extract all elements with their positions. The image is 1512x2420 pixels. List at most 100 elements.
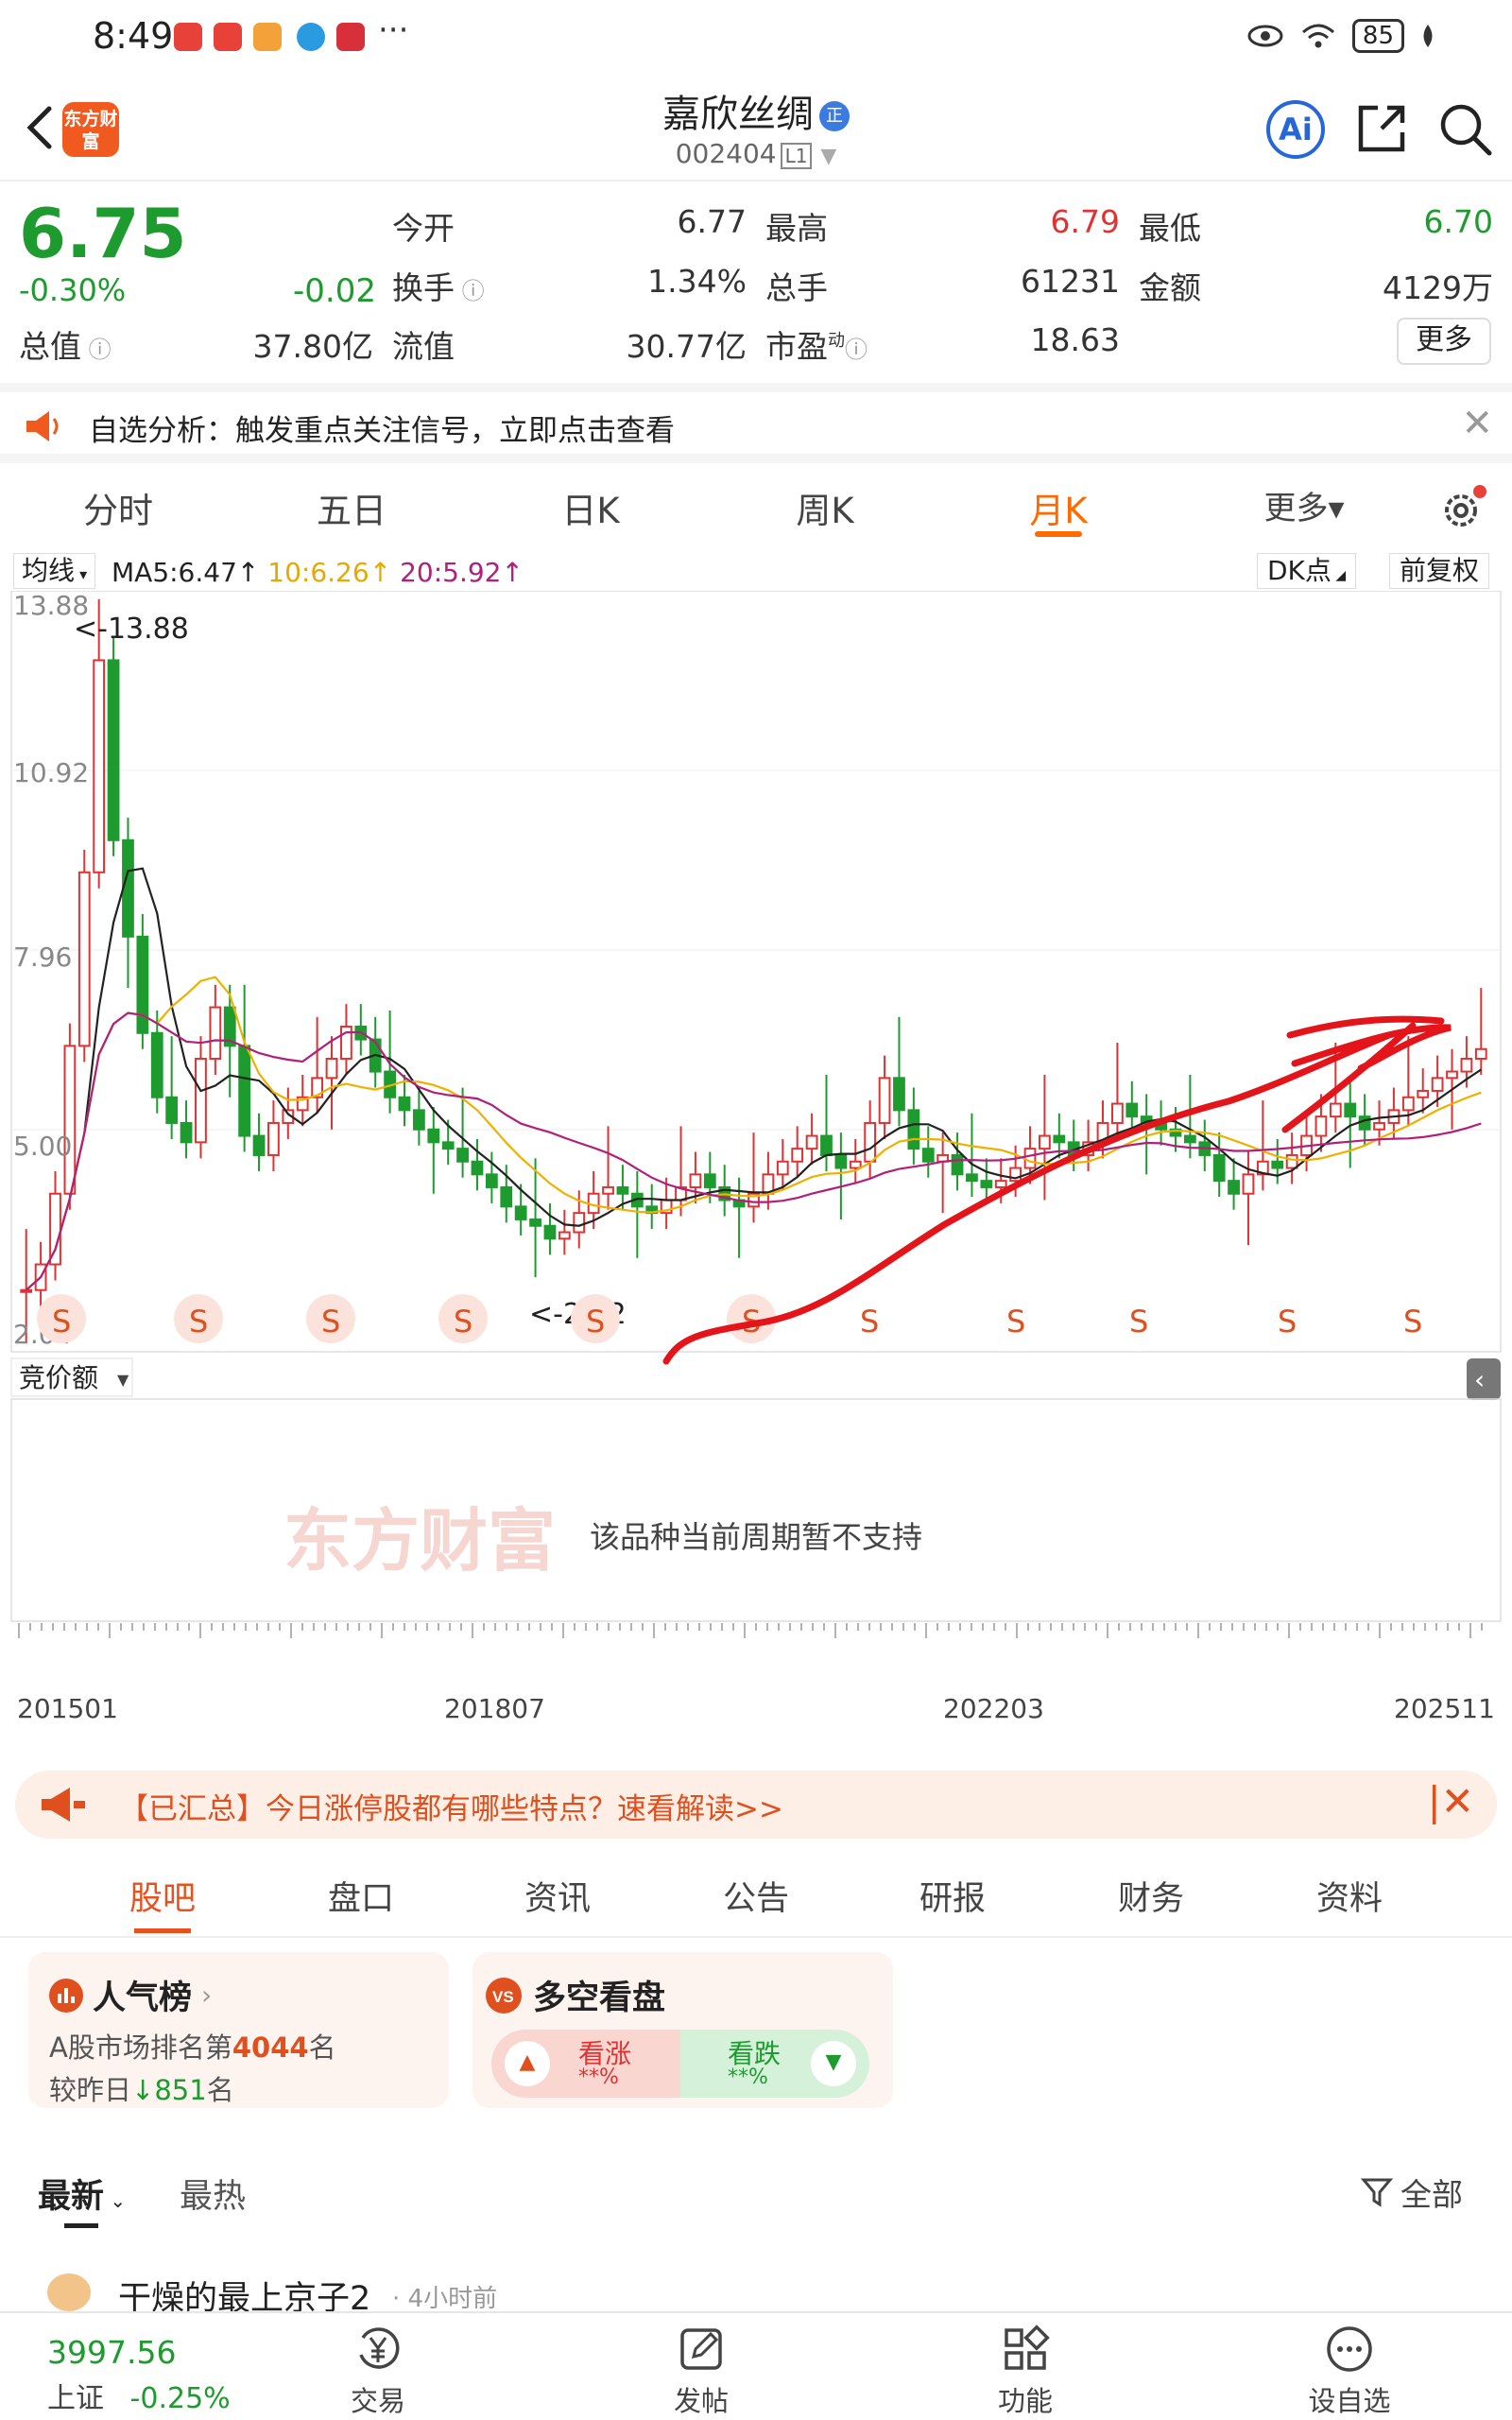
- notification-app-icon: [336, 23, 365, 51]
- status-bar: 8:49 ··· 85: [0, 0, 1512, 76]
- candle-body: [267, 1121, 280, 1156]
- rank-delta: 851: [154, 2074, 207, 2106]
- more-notifications-icon: ···: [378, 11, 409, 49]
- notification-app-icon: [174, 23, 202, 51]
- index-name: 上证: [47, 2382, 104, 2415]
- candle-body: [325, 1057, 338, 1080]
- filter-icon: [1361, 2178, 1393, 2207]
- high-label: 最高: [765, 210, 828, 247]
- sub-chart-frame: [10, 1398, 1502, 1622]
- x-axis-label: 202511: [1394, 1693, 1495, 1724]
- tab-news[interactable]: 资讯: [496, 1872, 619, 1920]
- notification-app-icon: [253, 23, 282, 51]
- tab-forum[interactable]: 股吧: [101, 1872, 224, 1920]
- bull-vote-button[interactable]: ▲ 看涨 **%: [491, 2030, 680, 2098]
- close-icon[interactable]: |✕: [1428, 1778, 1474, 1824]
- index-ticker[interactable]: 3997.56 上证 -0.25%: [47, 2334, 231, 2416]
- edit-icon: [680, 2328, 722, 2370]
- alert-text: 自选分析：触发重点关注信号，立即点击查看: [89, 414, 675, 448]
- ma-select[interactable]: 均线 ▾: [13, 553, 96, 589]
- tab-announcements[interactable]: 公告: [695, 1872, 817, 1920]
- candle-body: [500, 1185, 513, 1208]
- candle-body: [107, 659, 120, 841]
- sell-signal-marker: S: [1278, 1304, 1297, 1340]
- nav-post[interactable]: 发帖: [626, 2323, 777, 2419]
- avatar[interactable]: [47, 2273, 91, 2311]
- candle-body: [252, 1134, 266, 1156]
- search-icon[interactable]: [1436, 100, 1493, 157]
- share-icon[interactable]: [1353, 100, 1410, 157]
- sell-signal-marker: S: [52, 1304, 71, 1340]
- settings-gear-icon[interactable]: [1436, 482, 1489, 535]
- megaphone-icon: [42, 1788, 85, 1822]
- candle-body: [1358, 1115, 1371, 1131]
- bear-vote-button[interactable]: 看跌 **% ▼: [680, 2030, 869, 2098]
- arrow-down-icon: ↓: [131, 2074, 155, 2106]
- tab-research[interactable]: 研报: [891, 1872, 1014, 1920]
- candle-body: [573, 1212, 586, 1234]
- rank-change-line: 较昨日↓851名: [49, 2074, 234, 2106]
- close-icon[interactable]: ✕: [1461, 402, 1493, 445]
- candle-body: [180, 1121, 193, 1144]
- arrow-down-icon: ▼: [811, 2041, 856, 2086]
- candle-body: [49, 1192, 61, 1266]
- tab-daily-k[interactable]: 日K: [515, 482, 666, 533]
- sort-hot[interactable]: 最热: [180, 2169, 246, 2218]
- tab-orderbook[interactable]: 盘口: [300, 1872, 422, 1920]
- candle-body: [485, 1173, 498, 1188]
- chevron-down-icon: ▼: [117, 1371, 129, 1389]
- tab-profile[interactable]: 资料: [1288, 1872, 1411, 1920]
- current-price: 6.75: [19, 194, 187, 273]
- candle-body: [907, 1109, 920, 1150]
- tab-financials[interactable]: 财务: [1090, 1872, 1212, 1920]
- candle-body: [195, 1057, 207, 1144]
- sell-signal-marker: S: [189, 1304, 208, 1340]
- nav-trade[interactable]: 交易: [302, 2323, 454, 2419]
- total-cap-value: 37.80亿: [252, 328, 373, 365]
- ai-button[interactable]: Ai: [1266, 100, 1325, 159]
- level-badge: L1: [780, 143, 813, 169]
- tab-weekly-k[interactable]: 周K: [749, 482, 901, 533]
- open-value: 6.77: [677, 203, 747, 240]
- more-button[interactable]: 更多: [1397, 318, 1491, 365]
- divider: [0, 180, 1512, 182]
- feed-item[interactable]: 干燥的最上京子2 · 4小时前: [0, 2273, 1512, 2318]
- sort-latest[interactable]: 最新 ⌄: [38, 2169, 126, 2218]
- candle-body: [122, 838, 134, 938]
- sentiment-card[interactable]: VS 多空看盘 ▲ 看涨 **% 看跌 **% ▼: [472, 1952, 893, 2108]
- candle-body: [980, 1180, 993, 1188]
- filter-button[interactable]: 全部: [1361, 2169, 1463, 2215]
- candle-body: [1417, 1089, 1430, 1098]
- tab-monthly-k[interactable]: 月K: [983, 482, 1134, 533]
- active-tab-indicator: [134, 1928, 191, 1933]
- sub-chart-area: [11, 1357, 1501, 1754]
- yen-coin-icon: [359, 2327, 400, 2369]
- news-banner[interactable]: 【已汇总】今日涨停股都有哪些特点？速看解读>> |✕: [15, 1771, 1497, 1839]
- tab-more[interactable]: 更多▾: [1228, 482, 1380, 528]
- candle-body: [413, 1109, 425, 1131]
- turnover-value: 1.34%: [647, 263, 747, 300]
- candle-body: [427, 1128, 440, 1144]
- candle-body: [543, 1224, 557, 1240]
- alert-bar[interactable]: 自选分析：触发重点关注信号，立即点击查看 ✕: [0, 383, 1512, 463]
- sell-signal-marker: S: [454, 1304, 472, 1340]
- open-label: 今开: [392, 210, 455, 247]
- price-adjust-button[interactable]: 前复权: [1389, 553, 1490, 589]
- candle-body: [63, 1045, 77, 1195]
- candle-body: [1183, 1134, 1196, 1144]
- kline-chart[interactable]: 东方财富 13.88 10.92 7.96 5.00 2.04 <-13.88 …: [0, 591, 1512, 1754]
- nav-functions[interactable]: 功能: [950, 2323, 1101, 2419]
- candlestick-series: [20, 598, 1487, 1342]
- active-sort-indicator: [64, 2223, 98, 2228]
- popularity-card[interactable]: 人气榜 › A股市场排名第4044名 较昨日↓851名: [28, 1952, 449, 2108]
- percent-change: -0.30%: [19, 272, 127, 308]
- main-chart-frame: [10, 591, 1502, 1353]
- candle-body: [1373, 1121, 1385, 1131]
- nav-add-watchlist[interactable]: 设自选: [1274, 2323, 1425, 2419]
- dk-point-button[interactable]: DK点 ◢: [1257, 553, 1357, 589]
- candle-body: [1242, 1173, 1255, 1195]
- candle-body: [1431, 1077, 1444, 1092]
- tab-five-day[interactable]: 五日: [276, 482, 427, 533]
- x-axis-label: 201807: [444, 1693, 545, 1724]
- tab-intraday[interactable]: 分时: [43, 482, 194, 533]
